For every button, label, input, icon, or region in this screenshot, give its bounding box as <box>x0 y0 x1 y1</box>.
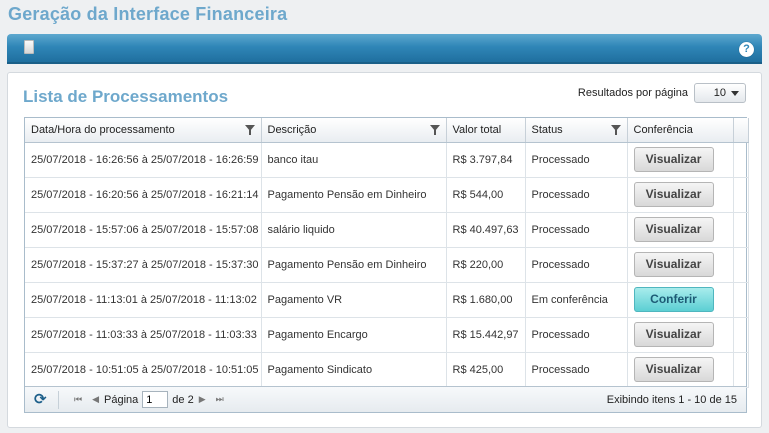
filter-icon[interactable] <box>610 125 621 135</box>
column-header-datetime[interactable]: Data/Hora do processamento <box>25 118 262 143</box>
first-page-icon[interactable]: ⏮ <box>74 394 82 405</box>
view-button[interactable]: Visualizar <box>633 357 714 382</box>
cell-spacer <box>733 212 749 248</box>
cell-action: Visualizar <box>627 212 734 248</box>
column-header-status[interactable]: Status <box>525 118 628 143</box>
column-header-conference[interactable]: Conferência <box>627 118 734 143</box>
cell-value: R$ 425,00 <box>446 352 526 388</box>
cell-spacer <box>733 282 749 318</box>
cell-description: Pagamento VR <box>261 282 447 318</box>
previous-page-icon[interactable]: ◀ <box>92 394 99 405</box>
cell-description: Pagamento Encargo <box>261 317 447 353</box>
table-row[interactable]: 25/07/2018 - 11:13:01 à 25/07/2018 - 11:… <box>25 282 749 318</box>
next-page-icon[interactable]: ▶ <box>199 394 206 405</box>
cell-status: Processado <box>525 317 628 353</box>
page-title: Geração da Interface Financeira <box>8 4 288 24</box>
cell-datetime: 25/07/2018 - 15:57:06 à 25/07/2018 - 15:… <box>25 212 262 248</box>
view-button[interactable]: Visualizar <box>633 322 714 347</box>
view-button[interactable]: Visualizar <box>633 147 714 172</box>
cell-status: Processado <box>525 247 628 283</box>
cell-action: Visualizar <box>627 142 734 178</box>
per-page-select[interactable]: 10 <box>694 83 746 103</box>
table-row[interactable]: 25/07/2018 - 15:37:27 à 25/07/2018 - 15:… <box>25 247 749 283</box>
table-row[interactable]: 25/07/2018 - 16:26:56 à 25/07/2018 - 16:… <box>25 142 749 178</box>
cell-spacer <box>733 247 749 283</box>
cell-spacer <box>733 177 749 213</box>
cell-status: Processado <box>525 142 628 178</box>
cell-value: R$ 220,00 <box>446 247 526 283</box>
cell-datetime: 25/07/2018 - 10:51:05 à 25/07/2018 - 10:… <box>25 352 262 388</box>
column-header-value[interactable]: Valor total <box>446 118 526 143</box>
cell-action: Conferir <box>627 282 734 318</box>
toolbar: ? <box>7 34 762 64</box>
last-page-icon[interactable]: ⏭ <box>216 394 224 405</box>
cell-spacer <box>733 352 749 388</box>
view-button[interactable]: Visualizar <box>633 252 714 277</box>
filter-icon[interactable] <box>244 125 255 135</box>
cell-datetime: 25/07/2018 - 15:37:27 à 25/07/2018 - 15:… <box>25 247 262 283</box>
cell-datetime: 25/07/2018 - 11:13:01 à 25/07/2018 - 11:… <box>25 282 262 318</box>
cell-spacer <box>733 142 749 178</box>
table-row[interactable]: 25/07/2018 - 16:20:56 à 25/07/2018 - 16:… <box>25 177 749 213</box>
results-per-page: Resultados por página 10 <box>578 83 746 103</box>
check-button[interactable]: Conferir <box>633 287 714 312</box>
view-button[interactable]: Visualizar <box>633 217 714 242</box>
table-row[interactable]: 25/07/2018 - 11:03:33 à 25/07/2018 - 11:… <box>25 317 749 353</box>
cell-description: Pagamento Sindicato <box>261 352 447 388</box>
cell-description: Pagamento Pensão em Dinheiro <box>261 247 447 283</box>
table-row[interactable]: 25/07/2018 - 10:51:05 à 25/07/2018 - 10:… <box>25 352 749 388</box>
filter-icon[interactable] <box>429 125 440 135</box>
page-number-input[interactable] <box>142 391 169 408</box>
cell-action: Visualizar <box>627 317 734 353</box>
processing-grid: Data/Hora do processamento Descrição Val… <box>24 117 749 413</box>
cell-value: R$ 3.797,84 <box>446 142 526 178</box>
cell-datetime: 25/07/2018 - 16:26:56 à 25/07/2018 - 16:… <box>25 142 262 178</box>
cell-status: Em conferência <box>525 282 628 318</box>
column-header-spacer <box>733 118 749 143</box>
per-page-label: Resultados por página <box>577 87 688 99</box>
cell-description: banco itau <box>261 142 447 178</box>
help-icon[interactable]: ? <box>739 42 754 57</box>
cell-status: Processado <box>525 212 628 248</box>
cell-value: R$ 544,00 <box>446 177 526 213</box>
cell-datetime: 25/07/2018 - 11:03:33 à 25/07/2018 - 11:… <box>25 317 262 353</box>
cell-value: R$ 40.497,63 <box>446 212 526 248</box>
document-icon[interactable] <box>24 40 34 54</box>
refresh-icon[interactable] <box>34 390 48 408</box>
cell-status: Processado <box>525 177 628 213</box>
cell-value: R$ 1.680,00 <box>446 282 526 318</box>
processing-panel: Lista de Processamentos Resultados por p… <box>7 72 762 428</box>
cell-action: Visualizar <box>627 177 734 213</box>
cell-description: salário liquido <box>261 212 447 248</box>
pager-info: Exibindo itens 1 - 10 de 15 <box>606 393 737 406</box>
cell-status: Processado <box>525 352 628 388</box>
pager: ⏮ ◀ Página de 2 ▶ ⏭ Exibindo itens 1 - 1… <box>25 386 746 412</box>
pager-divider <box>58 390 59 409</box>
processing-table: Data/Hora do processamento Descrição Val… <box>25 118 749 388</box>
view-button[interactable]: Visualizar <box>633 182 714 207</box>
column-header-description[interactable]: Descrição <box>261 118 447 143</box>
table-row[interactable]: 25/07/2018 - 15:57:06 à 25/07/2018 - 15:… <box>25 212 749 248</box>
cell-action: Visualizar <box>627 352 734 388</box>
cell-action: Visualizar <box>627 247 734 283</box>
per-page-value: 10 <box>713 87 726 99</box>
page-label: Página <box>104 393 139 406</box>
total-pages-label: de 2 <box>172 393 194 406</box>
cell-value: R$ 15.442,97 <box>446 317 526 353</box>
cell-datetime: 25/07/2018 - 16:20:56 à 25/07/2018 - 16:… <box>25 177 262 213</box>
cell-spacer <box>733 317 749 353</box>
panel-title: Lista de Processamentos <box>23 87 229 106</box>
cell-description: Pagamento Pensão em Dinheiro <box>261 177 447 213</box>
chevron-down-icon <box>731 90 739 96</box>
